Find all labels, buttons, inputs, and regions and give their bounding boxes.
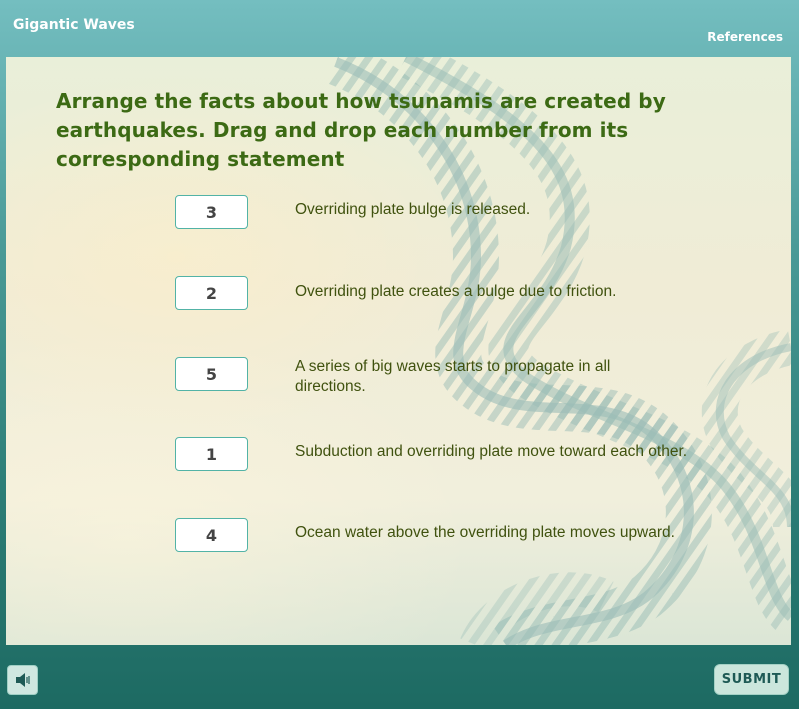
statement-item-2: Overriding plate creates a bulge due to … (295, 283, 617, 300)
submit-button[interactable]: SUBMIT (714, 664, 789, 695)
audio-button[interactable] (7, 665, 38, 695)
statement-item-4: Subduction and overriding plate move tow… (295, 443, 688, 460)
drop-box-item-4[interactable]: 1 (175, 437, 248, 471)
activity-panel: Arrange the facts about how tsunamis are… (6, 57, 791, 645)
drop-box-item-1[interactable]: 3 (175, 195, 248, 229)
bottom-bar: SUBMIT (0, 645, 799, 709)
statement-item-1: Overriding plate bulge is released. (295, 201, 531, 218)
drop-box-item-3[interactable]: 5 (175, 357, 248, 391)
drop-box-item-2[interactable]: 2 (175, 276, 248, 310)
app-title: Gigantic Waves (13, 17, 135, 33)
top-bar: Gigantic Waves References (0, 0, 799, 56)
statement-item-3: A series of big waves starts to propagat… (295, 358, 611, 395)
drop-box-item-5[interactable]: 4 (175, 518, 248, 552)
speaker-icon (15, 673, 30, 687)
statement-item-5: Ocean water above the overriding plate m… (295, 524, 675, 541)
references-link[interactable]: References (707, 30, 783, 44)
question-prompt: Arrange the facts about how tsunamis are… (56, 89, 666, 171)
